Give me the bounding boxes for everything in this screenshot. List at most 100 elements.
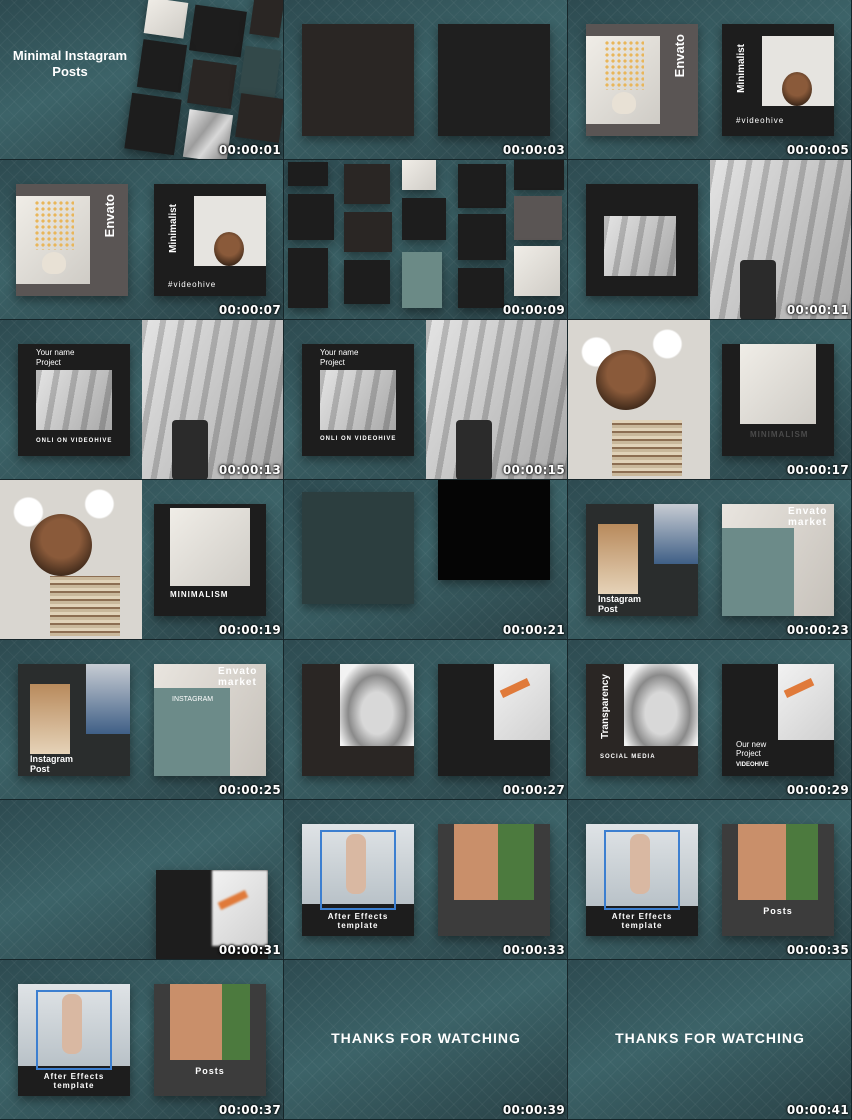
minimalism-label: MINIMALISM [750, 430, 809, 439]
thanks-title: THANKS FOR WATCHING [615, 1030, 805, 1046]
videohive-label: VIDEOHIVE [736, 762, 769, 768]
frame-thumbnail-6[interactable]: 00:00:11 [568, 160, 852, 320]
timestamp: 00:00:09 [502, 303, 565, 317]
timestamp: 00:00:27 [502, 783, 565, 797]
flower-photo-large [142, 320, 283, 479]
collage-card [402, 252, 442, 308]
flower-photo-large [426, 320, 567, 479]
books-image [612, 420, 682, 476]
frame-thumbnail-8[interactable]: Your name Project ONLI ON VIDEOHIVE 00:0… [284, 320, 568, 480]
template-line: template [53, 1081, 95, 1090]
your-name-label: Your name [36, 348, 75, 357]
after-effects-line: After Effects [327, 912, 389, 921]
after-effects-line: After Effects [611, 912, 673, 921]
frame-thumbnail-20[interactable]: THANKS FOR WATCHING 00:00:39 [284, 960, 568, 1120]
vase-image [740, 260, 776, 319]
post-card: After Effects template [302, 824, 414, 936]
vase-image [612, 92, 636, 114]
collage-card [288, 248, 328, 308]
teal-panel [722, 528, 794, 616]
flower-photo [494, 664, 550, 740]
flower-photo [320, 370, 396, 430]
man-photo [654, 504, 698, 564]
portrait-photo [568, 320, 710, 479]
frame-thumbnail-13[interactable]: Instagram Post INSTAGRAM Envato market 0… [0, 640, 284, 800]
collage-card [238, 45, 282, 99]
frame-thumbnail-21[interactable]: THANKS FOR WATCHING 00:00:41 [568, 960, 852, 1120]
posts-label: Posts [763, 906, 793, 916]
frame-thumbnail-9[interactable]: MINIMALISM 00:00:17 [568, 320, 852, 480]
collage-card [288, 194, 334, 240]
frame-thumbnail-10[interactable]: MINIMALISM 00:00:19 [0, 480, 284, 640]
post-card: Envato [586, 24, 698, 136]
flower-photo [778, 664, 834, 740]
timestamp: 00:00:29 [786, 783, 849, 797]
wheat-image [604, 40, 644, 90]
frame-thumbnail-15[interactable]: Transparency SOCIAL MEDIA Our new Projec… [568, 640, 852, 800]
frame-thumbnail-19[interactable]: After Effects template Posts 00:00:37 [0, 960, 284, 1120]
post-card [586, 184, 698, 296]
woman-photo [454, 824, 534, 900]
dancer-photo [598, 524, 638, 594]
timestamp: 00:00:15 [502, 463, 565, 477]
frame-thumbnail-3[interactable]: Envato Minimalist #videohive 00:00:05 [568, 0, 852, 160]
collage-card [136, 39, 188, 93]
books-image [50, 576, 120, 636]
timestamp: 00:00:05 [786, 143, 849, 157]
timestamp: 00:00:25 [218, 783, 281, 797]
post-card: MINIMALISM [154, 504, 266, 616]
collage-card [344, 212, 392, 252]
template-line: template [621, 921, 663, 930]
timestamp: 00:00:19 [218, 623, 281, 637]
instagram-post-title: Instagram Post [598, 594, 641, 614]
instagram-line: Instagram [598, 594, 642, 604]
vase-image [172, 420, 208, 479]
man-photo [86, 664, 130, 734]
frame-thumbnail-16[interactable]: 00:00:31 [0, 800, 284, 960]
collage-card [344, 260, 390, 304]
minimalist-label: Minimalist [736, 44, 747, 93]
hand-photo [340, 664, 414, 746]
post-card: After Effects template [18, 984, 130, 1096]
vase-image [456, 420, 492, 479]
post-card [302, 664, 414, 776]
post-card: Transparency SOCIAL MEDIA [586, 664, 698, 776]
collage-card [514, 246, 560, 296]
post-card: Your name Project ONLI ON VIDEOHIVE [18, 344, 130, 456]
instagram-post-title: Instagram Post [30, 754, 73, 774]
frame-thumbnail-11[interactable]: 00:00:21 [284, 480, 568, 640]
frame-thumbnail-5[interactable]: 00:00:09 [284, 160, 568, 320]
project-label: Project [36, 358, 61, 367]
our-new-line: Our new [736, 740, 767, 749]
frame-thumbnail-12[interactable]: Instagram Post Envato market 00:00:23 [568, 480, 852, 640]
after-effects-title: After Effects template [586, 912, 698, 930]
post-card: After Effects template [586, 824, 698, 936]
frame-thumbnail-4[interactable]: Envato Minimalist #videohive 00:00:07 [0, 160, 284, 320]
collage-card [124, 92, 182, 156]
wheat-image [34, 200, 74, 250]
posts-label: Posts [195, 1066, 225, 1076]
your-name-label: Your name [320, 348, 359, 357]
hand-image [499, 678, 531, 698]
frame-thumbnail-17[interactable]: After Effects template 00:00:33 [284, 800, 568, 960]
frame-thumbnail-18[interactable]: After Effects template Posts 00:00:35 [568, 800, 852, 960]
collage-card [288, 162, 328, 186]
post-card: Minimalist #videohive [722, 24, 834, 136]
collage-card [458, 268, 504, 308]
post-card: Posts [722, 824, 834, 936]
after-effects-title: After Effects template [302, 912, 414, 930]
frame-thumbnail-2[interactable]: 00:00:03 [284, 0, 568, 160]
flower-photo [212, 870, 268, 946]
timestamp: 00:00:23 [786, 623, 849, 637]
social-media-label: SOCIAL MEDIA [600, 754, 656, 760]
thumbnail-grid: Minimal Instagram Posts 00:00:01 00:00:0… [0, 0, 852, 1120]
thanks-title: THANKS FOR WATCHING [331, 1030, 521, 1046]
frame-thumbnail-14[interactable]: 00:00:27 [284, 640, 568, 800]
post-card [438, 24, 550, 136]
videohive-tag: #videohive [168, 280, 217, 289]
envato-market-title: Envato market [218, 666, 257, 688]
project-line: Project [736, 749, 761, 758]
frame-thumbnail-1[interactable]: Minimal Instagram Posts 00:00:01 [0, 0, 284, 160]
frame-thumbnail-7[interactable]: Your name Project ONLI ON VIDEOHIVE 00:0… [0, 320, 284, 480]
after-effects-line: After Effects [43, 1072, 105, 1081]
